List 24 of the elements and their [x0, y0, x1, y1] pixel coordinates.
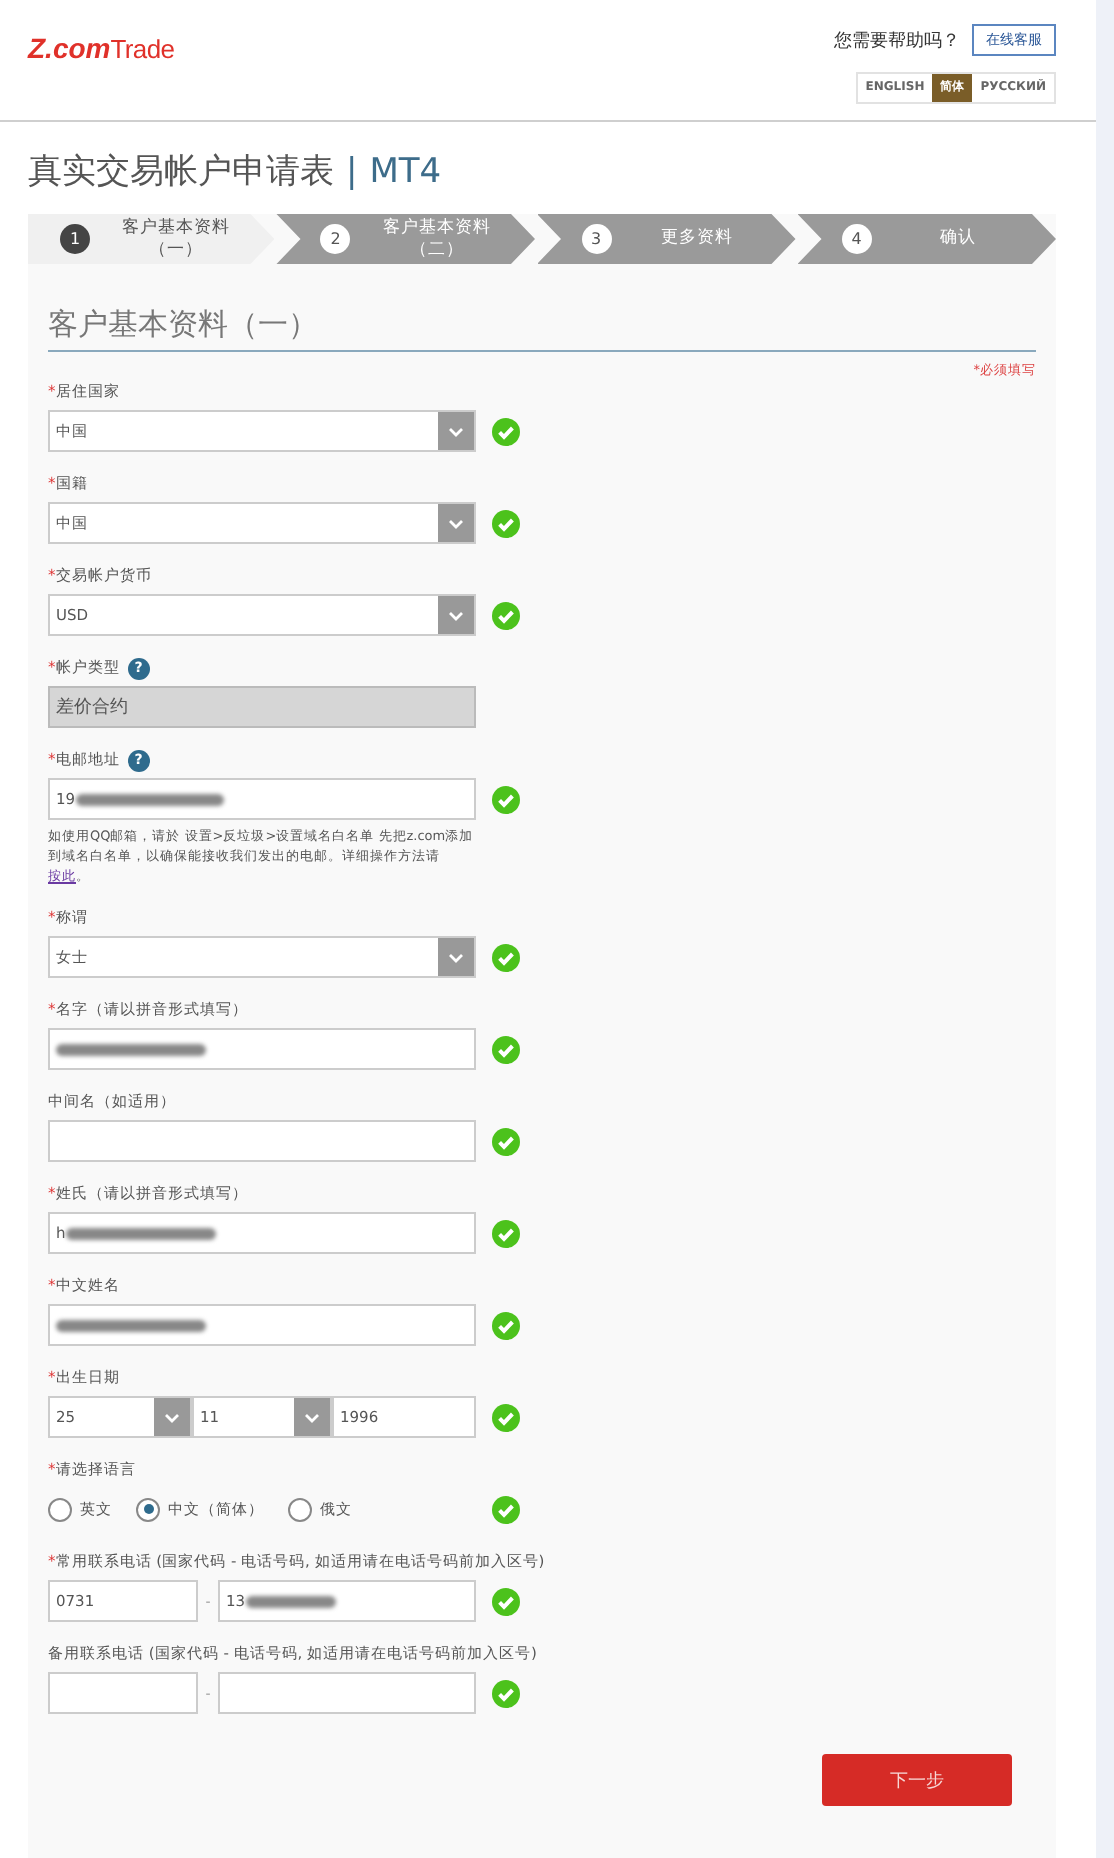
chevron-down-icon — [448, 951, 464, 963]
input-field[interactable] — [48, 1120, 476, 1162]
page-title: 真实交易帐户申请表 — [28, 150, 334, 194]
phone-field[interactable] — [218, 1672, 476, 1714]
help-text: 您需要帮助吗？ — [834, 29, 960, 53]
chevron-down-icon — [448, 517, 464, 529]
chevron-down-icon — [448, 609, 464, 621]
country-code-field[interactable] — [48, 1672, 198, 1714]
input-field[interactable] — [48, 1304, 476, 1346]
title-separator: | — [346, 152, 358, 192]
next-button[interactable]: 下一步 — [822, 1754, 1012, 1806]
step-tab[interactable]: 1 客户基本资料（一） — [28, 214, 275, 264]
chevron-down-icon — [164, 1411, 180, 1423]
chevron-down-icon — [304, 1411, 320, 1423]
chevron-down-icon — [448, 425, 464, 437]
input-field[interactable] — [48, 1028, 476, 1070]
section-title: 客户基本资料（一） — [48, 306, 1036, 352]
platform-label: MT4 — [369, 152, 442, 192]
readonly-field: 差价合约 — [48, 686, 476, 728]
step-tab[interactable]: 4 确认 — [797, 214, 1056, 264]
step-tab[interactable]: 2 客户基本资料（二） — [276, 214, 535, 264]
logo[interactable]: Z.comTrade — [28, 32, 175, 64]
redaction-mark — [245, 1595, 336, 1607]
step-tab[interactable]: 3 更多资料 — [537, 214, 796, 264]
